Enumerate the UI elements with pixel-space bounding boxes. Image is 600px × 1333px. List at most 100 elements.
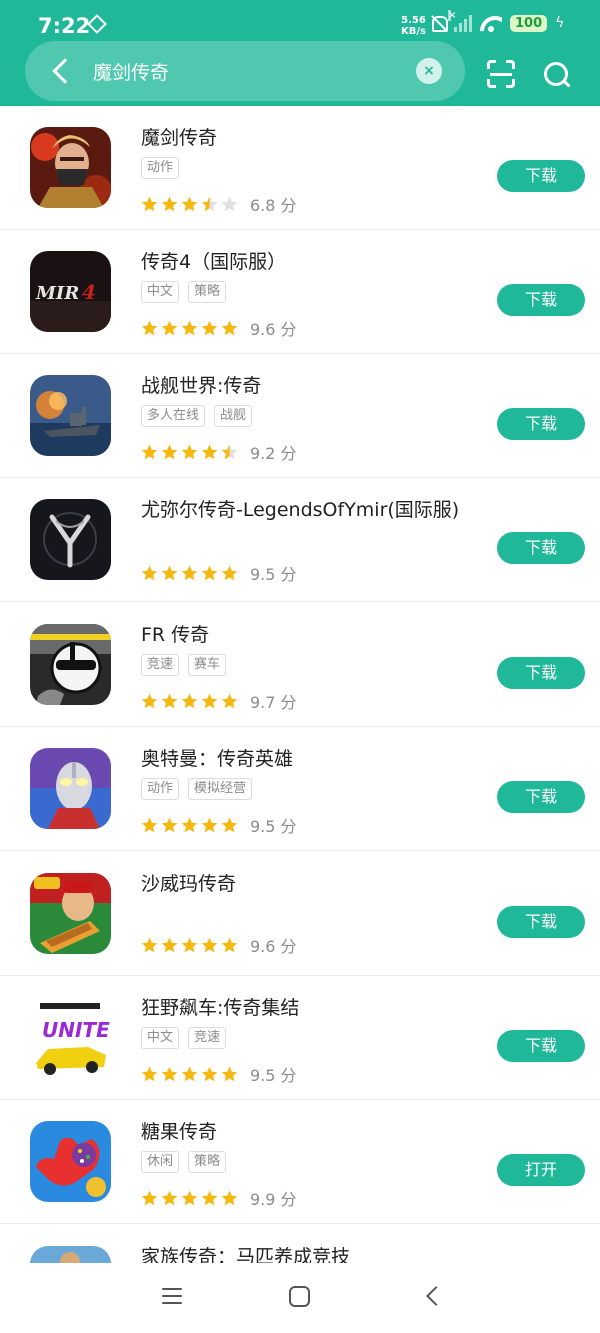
app-title[interactable]: 家族传奇：马匹养成竞技 (141, 1242, 350, 1263)
battery-indicator: 100 (510, 14, 548, 32)
app-list-item[interactable]: 糖果传奇 休闲 策略 9.9 分 打开 (0, 1100, 600, 1224)
download-button[interactable]: 下载 (497, 408, 585, 440)
app-tag: 策略 (188, 1151, 227, 1173)
network-speed: 5.56 KB/s (401, 15, 426, 37)
star-icon (201, 937, 218, 954)
star-icon (201, 1190, 218, 1207)
family-game-icon[interactable] (30, 1246, 111, 1263)
app-tag: 动作 (141, 157, 180, 179)
app-list-item[interactable]: 魔剑传奇 动作 6.8 分 下载 (0, 106, 600, 230)
shawarma-game-icon[interactable] (30, 873, 111, 954)
ymir-game-icon[interactable] (30, 499, 111, 580)
app-tags: 动作 (141, 157, 180, 179)
app-tags: 竞速 赛车 (141, 654, 227, 676)
download-button[interactable]: 下载 (497, 532, 585, 564)
download-button[interactable]: 下载 (497, 160, 585, 192)
rating-stars (141, 693, 238, 710)
back-button[interactable] (424, 1288, 440, 1304)
status-icons: × 100 ϟ (430, 10, 564, 32)
download-button[interactable]: 下载 (497, 906, 585, 938)
app-list-item[interactable]: 尤弥尔传奇-LegendsOfYmir(国际服) 9.5 分 下载 (0, 478, 600, 602)
app-rating: 9.5 分 (141, 561, 297, 585)
app-rating: 9.6 分 (141, 316, 297, 340)
app-rating: 6.8 分 (141, 192, 297, 216)
search-input[interactable]: 魔剑传奇 (93, 58, 169, 85)
search-icon[interactable] (543, 61, 571, 89)
star-icon (181, 444, 198, 461)
star-icon (201, 693, 218, 710)
app-list-item[interactable]: FR 传奇 竞速 赛车 9.7 分 下载 (0, 603, 600, 727)
app-list-item[interactable]: 奥特曼：传奇英雄 动作 模拟经营 9.5 分 下载 (0, 727, 600, 851)
app-title[interactable]: 奥特曼：传奇英雄 (141, 744, 293, 771)
open-button[interactable]: 打开 (497, 1154, 585, 1186)
star-icon (221, 817, 238, 834)
app-rating: 9.7 分 (141, 689, 297, 713)
star-icon (221, 565, 238, 582)
status-time: 7:22 (38, 14, 91, 38)
app-list-item[interactable]: UNITE 狂野飙车:传奇集结 中文 竞速 9.5 分 下载 (0, 976, 600, 1100)
racer-helmet-game-icon[interactable] (30, 624, 111, 705)
rating-stars (141, 1066, 238, 1083)
home-button[interactable] (289, 1286, 310, 1307)
app-tag: 多人在线 (141, 405, 206, 427)
back-arrow-icon[interactable] (47, 57, 75, 85)
download-button[interactable]: 下载 (497, 657, 585, 689)
app-tag: 模拟经营 (188, 778, 253, 800)
star-icon (141, 320, 158, 337)
app-tag: 中文 (141, 1027, 180, 1049)
app-title[interactable]: 沙威玛传奇 (141, 869, 236, 896)
app-title[interactable]: 战舰世界:传奇 (141, 371, 261, 398)
download-button[interactable]: 下载 (497, 284, 585, 316)
network-speed-unit: KB/s (401, 26, 426, 37)
app-score: 9.5 分 (250, 817, 297, 836)
star-icon (161, 196, 178, 213)
star-icon (181, 1190, 198, 1207)
app-tag: 战舰 (214, 405, 253, 427)
search-results-list: 魔剑传奇 动作 6.8 分 下载 MIR 4 传奇4（国际服） 中文 策略 9.… (0, 106, 600, 1263)
star-icon (201, 817, 218, 834)
star-icon (201, 1066, 218, 1083)
rating-stars (141, 817, 238, 834)
search-bar[interactable]: 魔剑传奇 × (25, 41, 465, 101)
star-icon (141, 1190, 158, 1207)
recent-apps-button[interactable] (162, 1287, 182, 1305)
app-title[interactable]: 糖果传奇 (141, 1117, 217, 1144)
app-tag: 休闲 (141, 1151, 180, 1173)
download-button[interactable]: 下载 (497, 781, 585, 813)
app-tags: 中文 竞速 (141, 1027, 227, 1049)
star-icon (141, 937, 158, 954)
star-icon (161, 817, 178, 834)
star-icon (221, 693, 238, 710)
app-score: 6.8 分 (250, 196, 297, 215)
star-icon (141, 444, 158, 461)
mir4-game-icon[interactable]: MIR 4 (30, 251, 111, 332)
rating-stars (141, 1190, 238, 1207)
app-title[interactable]: FR 传奇 (141, 620, 209, 647)
star-icon (181, 565, 198, 582)
rating-stars (141, 565, 238, 582)
warship-game-icon[interactable] (30, 375, 111, 456)
star-icon (161, 1066, 178, 1083)
star-icon (141, 693, 158, 710)
app-list-item[interactable]: 沙威玛传奇 9.6 分 下载 (0, 852, 600, 976)
asphalt-game-icon[interactable]: UNITE (30, 997, 111, 1078)
star-icon (201, 444, 218, 461)
mute-bell-icon (430, 14, 448, 32)
download-button[interactable]: 下载 (497, 1030, 585, 1062)
scan-icon[interactable] (487, 60, 515, 88)
warrior-game-icon[interactable] (30, 127, 111, 208)
clear-search-button[interactable]: × (416, 58, 442, 84)
app-list-item[interactable]: 家族传奇：马匹养成竞技 (0, 1225, 600, 1263)
star-icon (161, 444, 178, 461)
app-title[interactable]: 狂野飙车:传奇集结 (141, 993, 299, 1020)
candy-game-icon[interactable] (30, 1121, 111, 1202)
app-tag: 动作 (141, 778, 180, 800)
app-title[interactable]: 尤弥尔传奇-LegendsOfYmir(国际服) (141, 495, 459, 522)
app-list-item[interactable]: MIR 4 传奇4（国际服） 中文 策略 9.6 分 下载 (0, 230, 600, 354)
app-list-item[interactable]: 战舰世界:传奇 多人在线 战舰 9.2 分 下载 (0, 354, 600, 478)
star-icon (181, 320, 198, 337)
app-title[interactable]: 魔剑传奇 (141, 123, 217, 150)
app-title[interactable]: 传奇4（国际服） (141, 247, 286, 274)
ultraman-game-icon[interactable] (30, 748, 111, 829)
star-icon (181, 937, 198, 954)
